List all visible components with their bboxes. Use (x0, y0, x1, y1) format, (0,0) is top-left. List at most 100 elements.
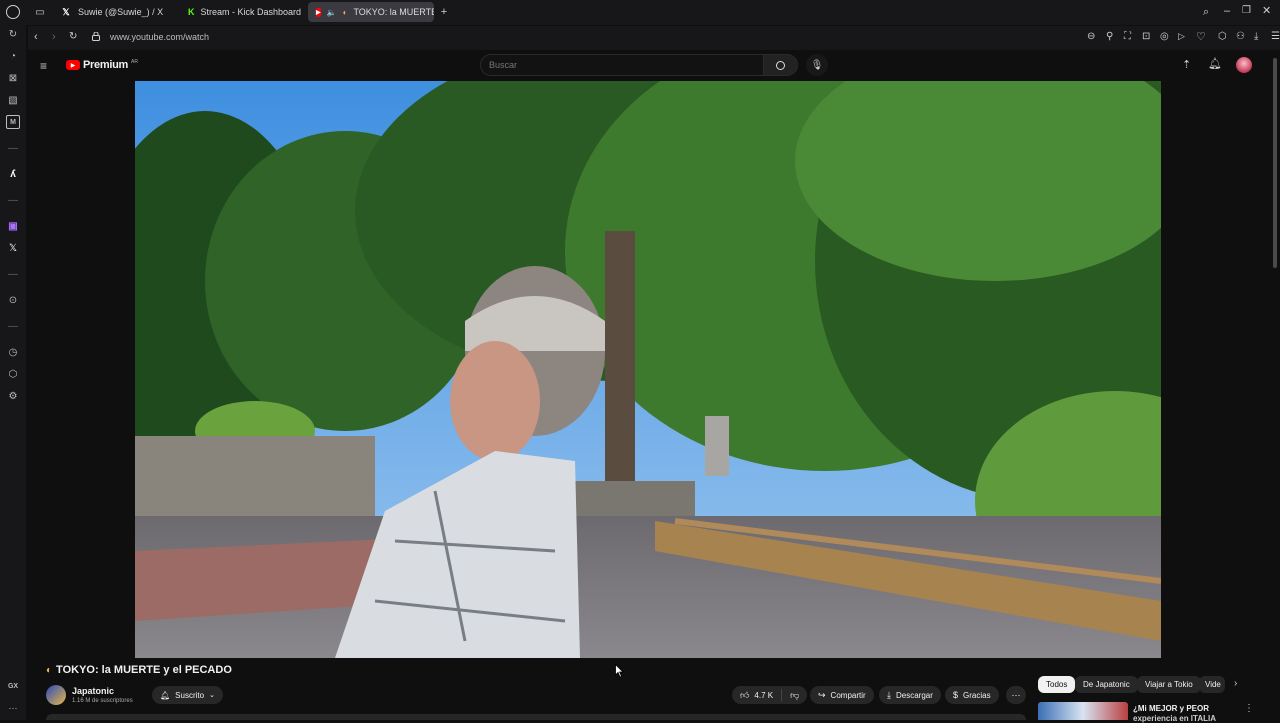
gx-corner-icon[interactable]: ⊠ (6, 71, 20, 85)
like-dislike-group: 👍︎ 4.7 K 👎︎ (732, 686, 808, 704)
search-input[interactable] (480, 54, 764, 76)
play-icon[interactable]: ▷ (1178, 31, 1185, 42)
settings-icon[interactable]: ⚙ (6, 389, 20, 403)
workspaces-icon[interactable]: ▭ (34, 6, 46, 18)
like-count: 4.7 K (754, 690, 774, 700)
share-label: Compartir (830, 690, 866, 700)
opera-menu-icon[interactable] (6, 5, 20, 19)
share-icon: ↪ (818, 689, 826, 700)
address-bar: ‹ › ↻ www.youtube.com/watch ⊖ ⚲ ⛶ ⊡ ◎ ▷ … (28, 26, 1280, 50)
x-logo-icon: 𝕏 (62, 6, 70, 17)
speed-dial-icon[interactable]: ◔ (6, 49, 20, 63)
thanks-icon: $ (953, 690, 959, 700)
zoom-icon[interactable]: ⊖ (1087, 31, 1095, 42)
video-title: TOKYO: la MUERTE y el PECADO (56, 664, 232, 676)
tab-label: TOKYO: la MUERTE (353, 7, 434, 17)
more-vertical-icon[interactable]: ⋮ (1244, 703, 1254, 714)
download-label: Descargar (895, 690, 933, 700)
pin-icon[interactable]: ⊡ (1142, 31, 1150, 42)
more-icon[interactable]: ··· (6, 701, 20, 715)
related-subtitle[interactable]: experiencia en ITALIA (1133, 714, 1216, 723)
search-tabs-icon[interactable]: ⌕ (1203, 6, 1209, 19)
subscribed-button[interactable]: 🔔︎ Suscrito ⌄ (152, 686, 223, 704)
new-tab-button[interactable]: + (438, 5, 450, 19)
tab-youtube[interactable]: ▶ 🔈 ◐ TOKYO: la MUERTE (308, 2, 434, 22)
forward-icon[interactable]: › (52, 31, 56, 43)
page-scrollbar[interactable] (1272, 52, 1278, 720)
search-icon (776, 60, 785, 70)
tab-label: Suwie (@Suwie_) / X (78, 7, 164, 17)
download-button[interactable]: ⤓ Descargar (879, 686, 941, 704)
chip-videos[interactable]: Vide (1199, 676, 1225, 693)
back-icon[interactable]: ‹ (34, 31, 38, 43)
gx-label[interactable]: GX (6, 679, 20, 693)
speaker-icon[interactable]: 🔈 (327, 6, 337, 18)
url-field[interactable]: www.youtube.com/watch (110, 32, 209, 42)
download-arrow-icon: ⤓ (887, 689, 891, 700)
thumbs-down-icon: 👎︎ (790, 689, 800, 700)
related-thumbnail[interactable] (1038, 702, 1128, 720)
channel-avatar[interactable] (46, 685, 66, 705)
country-badge: AR (130, 59, 138, 65)
restore-icon[interactable]: ❐ (1242, 5, 1251, 16)
extensions-sidebar-icon[interactable]: ⬡ (6, 367, 20, 381)
video-title-row: ◐ TOKYO: la MUERTE y el PECADO (46, 664, 232, 676)
camera-icon[interactable]: ◎ (1160, 31, 1169, 42)
download-icon[interactable]: ⤓ (1254, 31, 1258, 42)
video-player[interactable] (135, 81, 1161, 658)
browser-sidebar: ↻ ◔ ⊠ ▧ M — ʎ — ▣ 𝕏 — ⊙ — ◷ ⬡ ⚙ GX ··· (0, 25, 26, 720)
thanks-label: Gracias (963, 690, 991, 700)
divider-icon: — (8, 142, 18, 154)
subscriber-count: 1.16 M de suscriptores (72, 698, 133, 704)
microphone-icon[interactable]: 🎙 (806, 54, 828, 76)
chip-from-channel[interactable]: De Japatonic (1075, 676, 1138, 693)
related-title[interactable]: ¿Mi MEJOR y PEOR (1133, 704, 1209, 713)
share-button[interactable]: ↪ Compartir (810, 686, 874, 704)
reload-sidebar-icon[interactable]: ↻ (6, 27, 20, 41)
browser-tab-bar: ▭ 𝕏 Suwie (@Suwie_) / X K Stream - Kick … (0, 0, 1280, 25)
chip-all[interactable]: Todos (1038, 676, 1076, 693)
description-box-edge (46, 714, 1026, 720)
tab-kick[interactable]: K Stream - Kick Dashboard (180, 2, 308, 22)
player-icon[interactable]: ⊙ (6, 293, 20, 307)
youtube-logo[interactable]: ▶ Premium AR (66, 59, 138, 71)
channel-name[interactable]: Japatonic (72, 686, 114, 696)
more-actions-button[interactable]: ⋯ (1006, 686, 1026, 704)
extensions-icon[interactable]: ⬡ (1218, 31, 1227, 42)
tab-x[interactable]: 𝕏 Suwie (@Suwie_) / X (52, 2, 180, 22)
tab-label: Stream - Kick Dashboard (200, 7, 302, 17)
divider-icon: — (8, 268, 18, 280)
messenger-icon[interactable]: M (6, 115, 20, 129)
more-horizontal-icon: ⋯ (1011, 689, 1021, 700)
x-sidebar-icon[interactable]: 𝕏 (6, 241, 20, 255)
easy-setup-icon[interactable]: ☰ (1271, 31, 1280, 42)
like-button[interactable]: 👍︎ 4.7 K (732, 689, 783, 701)
dislike-button[interactable]: 👎︎ (782, 690, 807, 701)
close-icon[interactable]: ✕ (1262, 4, 1271, 17)
snapshot-icon[interactable]: ⛶ (1124, 31, 1131, 42)
profile-icon[interactable]: ⚇ (1236, 31, 1245, 42)
thumbs-up-icon: 👍︎ (740, 689, 750, 700)
bell-icon: 🔔︎ (160, 690, 171, 700)
twitch-icon[interactable]: ▣ (6, 219, 20, 233)
reload-icon[interactable]: ↻ (69, 31, 77, 42)
youtube-logo-icon: ▶ (316, 7, 321, 17)
minimize-icon[interactable]: – (1224, 5, 1230, 17)
scrollbar-thumb[interactable] (1273, 58, 1277, 268)
heart-icon[interactable]: ♡ (1196, 30, 1206, 43)
upload-icon[interactable]: ⇡ (1182, 58, 1191, 71)
aria-icon[interactable]: ʎ (6, 167, 20, 181)
thanks-button[interactable]: $ Gracias (945, 686, 999, 704)
history-icon[interactable]: ◷ (6, 345, 20, 359)
bookmark-icon[interactable]: ⚲ (1106, 31, 1113, 42)
chevron-right-icon[interactable]: › (1234, 678, 1237, 689)
avatar[interactable] (1236, 57, 1252, 73)
gx-control-icon[interactable]: ▧ (6, 93, 20, 107)
chip-travel-tokyo[interactable]: Viajar a Tokio (1137, 676, 1201, 693)
video-frame (135, 81, 1161, 658)
hamburger-icon[interactable]: ≡ (40, 59, 47, 73)
search-button[interactable] (764, 54, 798, 76)
moon-icon: ◐ (342, 7, 348, 17)
notifications-icon[interactable]: 🔔︎ (1208, 57, 1222, 70)
lock-icon[interactable] (92, 32, 100, 41)
